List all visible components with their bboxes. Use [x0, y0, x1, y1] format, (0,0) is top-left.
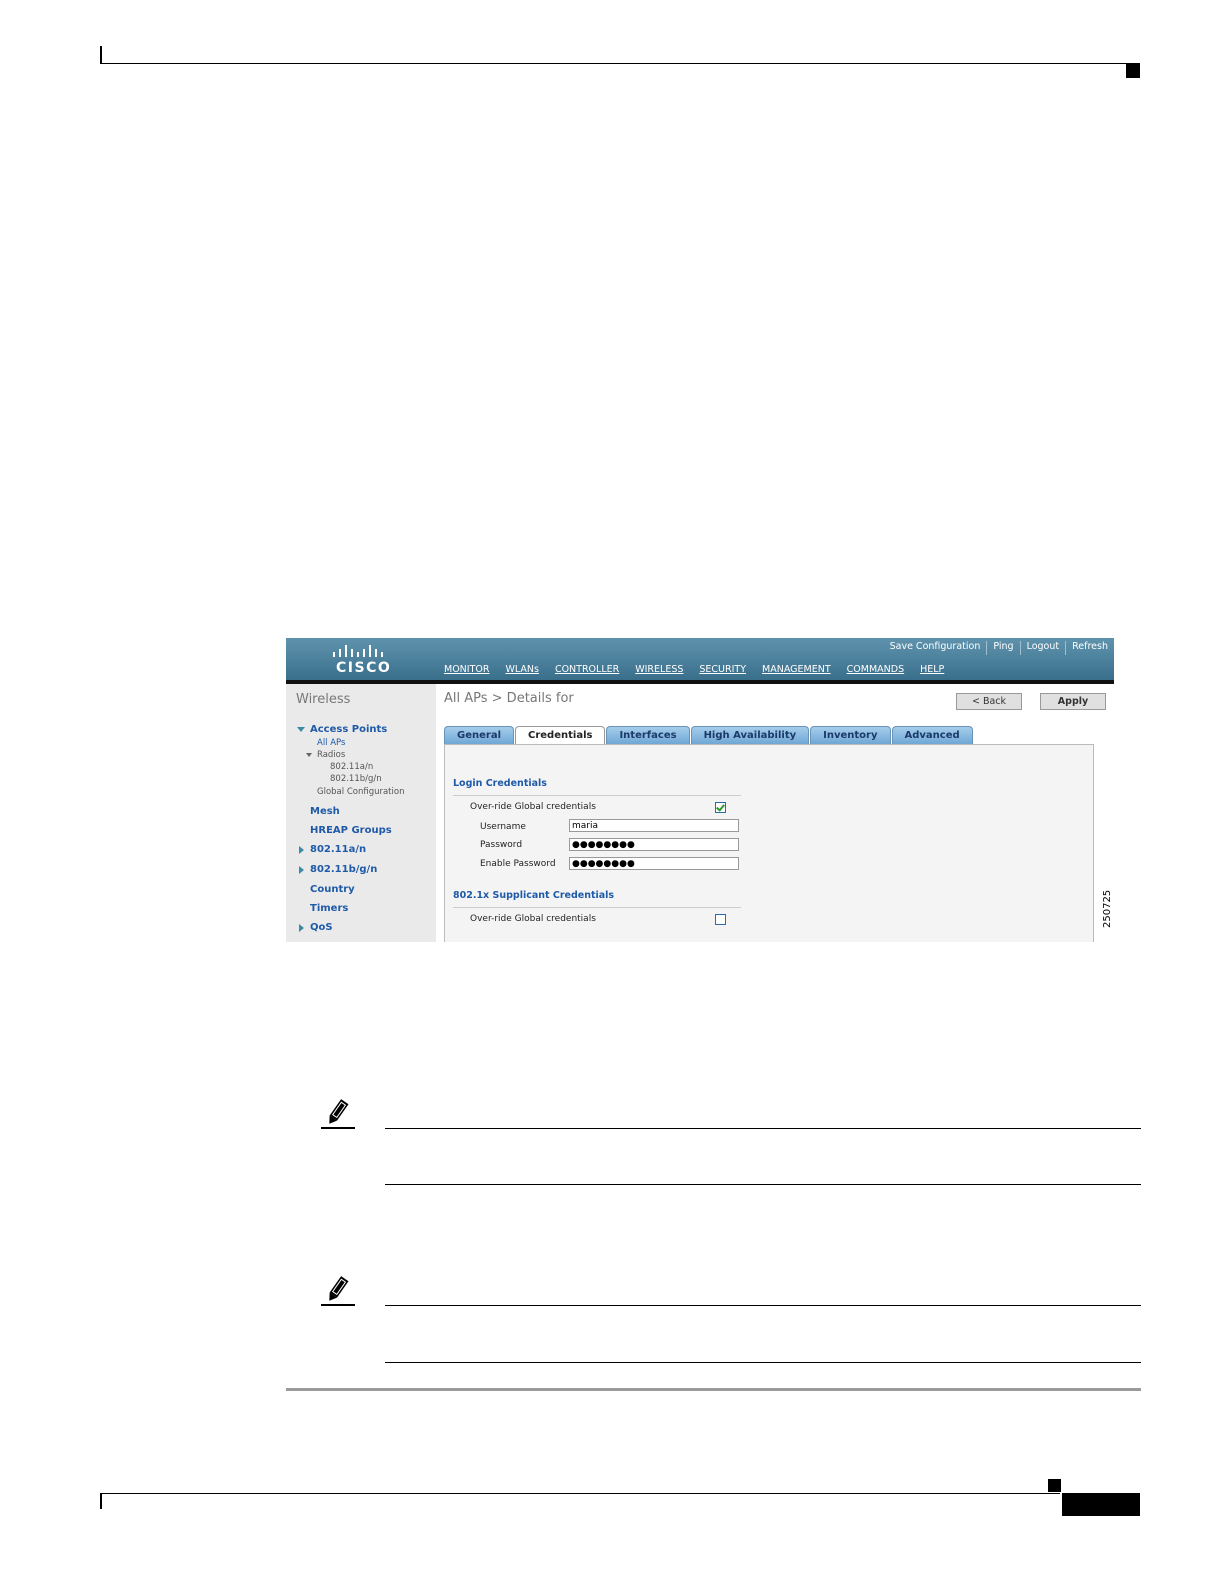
- note-top-rule: [385, 1128, 1141, 1129]
- supplicant-override-label: Over-ride Global credentials: [470, 914, 596, 924]
- wlc-header: CISCO Save Configuration Ping Logout Ref…: [286, 638, 1114, 684]
- supplicant-credentials-heading: 802.1x Supplicant Credentials: [453, 890, 615, 901]
- note-pencil-icon: [321, 1276, 355, 1306]
- sidebar: Wireless Access Points All APs Radios 80…: [286, 684, 436, 942]
- supplicant-override-checkbox[interactable]: [715, 914, 726, 925]
- override-global-checkbox[interactable]: [715, 802, 726, 813]
- cisco-logo-text: CISCO: [336, 660, 392, 676]
- sidebar-item-global-configuration[interactable]: Global Configuration: [317, 787, 404, 797]
- sidebar-item-radio-b[interactable]: 802.11b/g/n: [330, 774, 382, 784]
- section-divider: [453, 795, 741, 796]
- logout-link[interactable]: Logout: [1019, 641, 1066, 655]
- collapse-arrow-icon[interactable]: [299, 846, 304, 854]
- section-divider: [453, 907, 741, 908]
- sidebar-title: Wireless: [296, 692, 351, 707]
- tab-interfaces[interactable]: Interfaces: [606, 726, 690, 744]
- apply-button[interactable]: Apply: [1040, 693, 1106, 710]
- sidebar-item-mesh[interactable]: Mesh: [310, 806, 340, 817]
- expand-arrow-icon: [306, 752, 312, 757]
- note-top-rule: [385, 1305, 1141, 1306]
- wlc-screenshot: CISCO Save Configuration Ping Logout Ref…: [286, 638, 1114, 942]
- main-content: All APs > Details for < Back Apply Gener…: [436, 684, 1114, 942]
- menu-wlans[interactable]: WLANs: [497, 664, 546, 680]
- cisco-logo-icon: [333, 645, 383, 657]
- header-marker: [1126, 64, 1140, 78]
- header-tick: [100, 46, 102, 64]
- menu-controller[interactable]: CONTROLLER: [547, 664, 627, 680]
- section-end-rule: [286, 1388, 1141, 1391]
- menu-commands[interactable]: COMMANDS: [839, 664, 912, 680]
- menu-help[interactable]: HELP: [912, 664, 952, 680]
- sidebar-item-qos[interactable]: QoS: [310, 922, 333, 933]
- sidebar-item-802-11a[interactable]: 802.11a/n: [310, 844, 366, 855]
- ping-link[interactable]: Ping: [986, 641, 1019, 655]
- sidebar-item-hreap-groups[interactable]: HREAP Groups: [310, 825, 392, 836]
- sidebar-item-radio-a[interactable]: 802.11a/n: [330, 762, 373, 772]
- enable-password-input[interactable]: ●●●●●●●●: [569, 857, 739, 870]
- sidebar-item-access-points[interactable]: Access Points: [297, 724, 387, 735]
- username-label: Username: [480, 822, 526, 832]
- sidebar-item-label: Radios: [317, 750, 346, 760]
- menu-security[interactable]: SECURITY: [691, 664, 754, 680]
- page-title: All APs > Details for: [444, 691, 574, 706]
- tab-bar: General Credentials Interfaces High Avai…: [444, 726, 974, 745]
- tab-inventory[interactable]: Inventory: [810, 726, 891, 744]
- expand-arrow-icon: [297, 726, 305, 732]
- note-bottom-rule: [385, 1362, 1141, 1363]
- top-links: Save Configuration Ping Logout Refresh: [884, 641, 1114, 655]
- sidebar-item-country[interactable]: Country: [310, 884, 355, 895]
- credentials-panel: Login Credentials Over-ride Global crede…: [444, 744, 1094, 942]
- tab-credentials[interactable]: Credentials: [515, 726, 606, 745]
- menu-wireless[interactable]: WIRELESS: [627, 664, 692, 684]
- footer-tick: [100, 1493, 102, 1509]
- main-menu: MONITOR WLANs CONTROLLER WIRELESS SECURI…: [436, 664, 952, 684]
- note-pencil-icon: [321, 1099, 355, 1129]
- login-credentials-heading: Login Credentials: [453, 778, 547, 789]
- save-configuration-link[interactable]: Save Configuration: [884, 641, 987, 655]
- sidebar-item-timers[interactable]: Timers: [310, 903, 348, 914]
- menu-monitor[interactable]: MONITOR: [436, 664, 497, 680]
- override-global-label: Over-ride Global credentials: [470, 802, 596, 812]
- back-button[interactable]: < Back: [956, 693, 1022, 710]
- footer-marker: [1048, 1479, 1061, 1492]
- sidebar-item-802-11b[interactable]: 802.11b/g/n: [310, 864, 377, 875]
- figure-id: 250725: [1102, 890, 1142, 928]
- note-bottom-rule: [385, 1184, 1141, 1185]
- tab-general[interactable]: General: [444, 726, 514, 744]
- footer-rule: [100, 1493, 1060, 1494]
- password-input[interactable]: ●●●●●●●●: [569, 838, 739, 851]
- enable-password-label: Enable Password: [480, 859, 556, 869]
- collapse-arrow-icon[interactable]: [299, 866, 304, 874]
- tab-high-availability[interactable]: High Availability: [690, 726, 810, 744]
- sidebar-item-all-aps[interactable]: All APs: [317, 738, 345, 748]
- menu-management[interactable]: MANAGEMENT: [754, 664, 839, 680]
- sidebar-item-label: Access Points: [310, 724, 388, 735]
- password-label: Password: [480, 840, 523, 850]
- tab-advanced[interactable]: Advanced: [891, 726, 973, 744]
- collapse-arrow-icon[interactable]: [299, 924, 304, 932]
- header-rule: [100, 63, 1140, 64]
- refresh-link[interactable]: Refresh: [1065, 641, 1114, 655]
- page-number-box: [1062, 1493, 1140, 1516]
- sidebar-item-radios[interactable]: Radios: [306, 750, 345, 760]
- username-input[interactable]: maria: [569, 819, 739, 832]
